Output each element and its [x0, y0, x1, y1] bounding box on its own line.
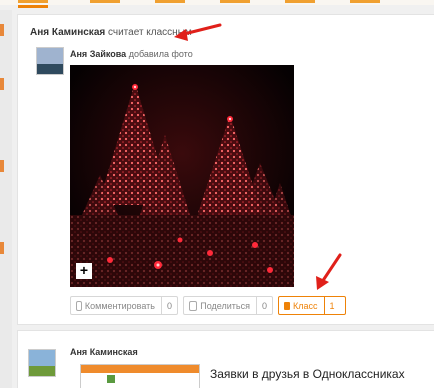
annotation-arrow-class [316, 253, 342, 290]
avatar-sky [29, 350, 55, 366]
avatar-sky [37, 48, 63, 64]
comment-button[interactable]: Комментировать 0 [70, 296, 178, 315]
feed-card-header: Аня Каминская считает классным [30, 27, 192, 38]
nav-segment[interactable] [18, 0, 48, 3]
comment-count: 0 [160, 297, 177, 314]
nav-segment[interactable] [350, 0, 380, 3]
author-avatar[interactable] [28, 349, 56, 377]
link-preview-thumbnail[interactable] [80, 364, 200, 388]
author-name-link[interactable]: Аня Зайкова [70, 49, 126, 59]
post-author-line: Аня Зайкова добавила фото [70, 49, 193, 59]
author-name-link[interactable]: Аня Каминская [70, 347, 138, 357]
expand-plus-icon[interactable]: + [76, 263, 92, 279]
nav-segment[interactable] [155, 0, 185, 3]
class-like-button[interactable]: Класс 1 [278, 296, 346, 315]
class-label: Класс [293, 300, 318, 311]
nav-segment[interactable] [220, 0, 250, 3]
comment-icon [76, 300, 82, 311]
share-count: 0 [255, 297, 272, 314]
comment-label: Комментировать [84, 300, 155, 311]
nav-segment[interactable] [90, 0, 120, 3]
avatar-grass [29, 365, 55, 376]
link-preview-title[interactable]: Заявки в друзья в Одноклассниках [210, 367, 405, 381]
christmas-trees-image [70, 65, 294, 287]
share-label: Поделиться [200, 300, 250, 311]
author-action-text: добавила фото [128, 49, 193, 59]
thumbnail-header-bar [81, 365, 199, 373]
sidebar-marker [0, 24, 4, 36]
sidebar-marker [0, 160, 4, 172]
author-avatar[interactable] [36, 47, 64, 75]
nav-active-indicator [18, 5, 48, 8]
avatar-ground [37, 63, 63, 74]
sidebar-marker [0, 242, 4, 254]
thumbs-up-icon [284, 301, 290, 310]
share-icon [189, 300, 198, 311]
top-navigation-bar [0, 0, 434, 8]
sidebar-marker [0, 78, 4, 90]
thumbnail-icon [107, 375, 115, 383]
share-button[interactable]: Поделиться 0 [183, 296, 273, 315]
actor-name-link[interactable]: Аня Каминская [30, 27, 105, 38]
class-count: 1 [323, 297, 340, 314]
feed-card: Аня Каминская считает классным Аня Зайко… [17, 14, 434, 325]
left-sidebar-edge [0, 10, 12, 388]
nav-segment[interactable] [285, 0, 315, 3]
feed-card: Аня Каминская Заявки в друзья в Одноклас… [17, 330, 434, 388]
post-photo[interactable]: + [70, 65, 294, 287]
annotation-arrow-header [174, 23, 222, 41]
